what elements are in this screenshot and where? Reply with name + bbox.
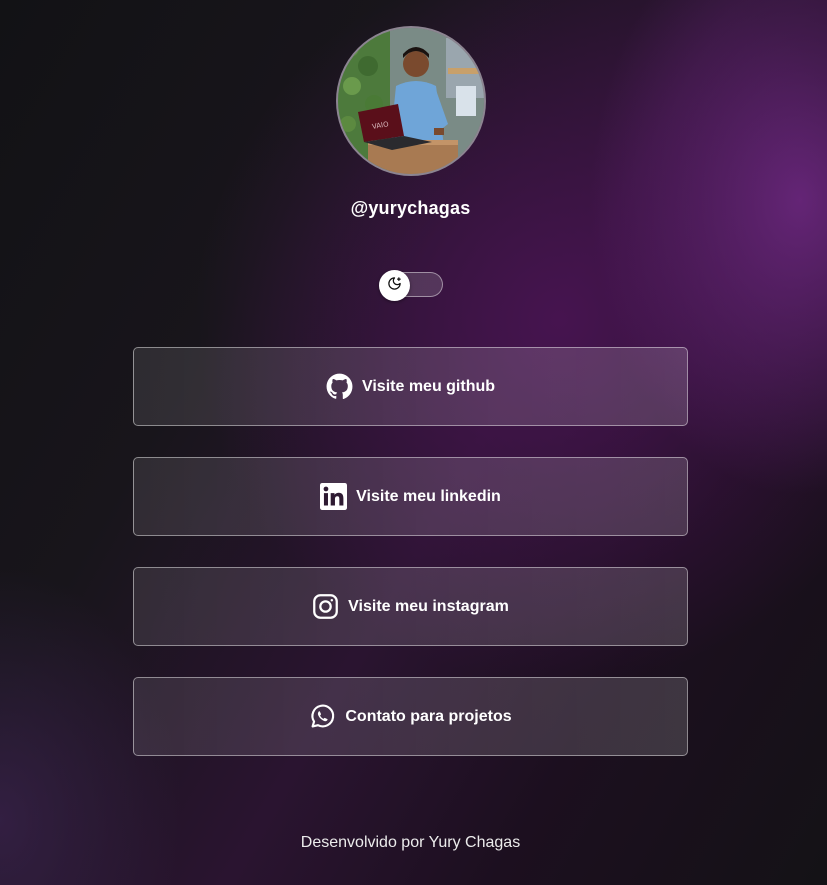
github-icon xyxy=(326,373,353,400)
whatsapp-icon xyxy=(309,703,336,730)
whatsapp-button[interactable]: Contato para projetos xyxy=(133,677,688,756)
whatsapp-button-label: Contato para projetos xyxy=(345,707,512,725)
instagram-icon xyxy=(312,593,339,620)
profile-photo: VAIO xyxy=(338,28,484,174)
moon-stars-icon xyxy=(387,276,402,296)
instagram-button-label: Visite meu instagram xyxy=(348,597,509,615)
theme-toggle[interactable] xyxy=(379,270,443,301)
linkedin-button-label: Visite meu linkedin xyxy=(356,487,501,505)
github-button-label: Visite meu github xyxy=(361,377,496,395)
page: VAIO @yurychagas Visite meu github Visit… xyxy=(0,0,827,885)
avatar: VAIO xyxy=(336,26,486,176)
linkedin-button[interactable]: Visite meu linkedin xyxy=(133,457,688,536)
instagram-button[interactable]: Visite meu instagram xyxy=(133,567,688,646)
github-button[interactable]: Visite meu github xyxy=(133,347,688,426)
username: @yurychagas xyxy=(350,198,471,218)
toggle-knob[interactable] xyxy=(379,270,410,301)
footer-credit: Desenvolvido por Yury Chagas xyxy=(300,834,521,851)
linkedin-icon xyxy=(320,483,348,510)
